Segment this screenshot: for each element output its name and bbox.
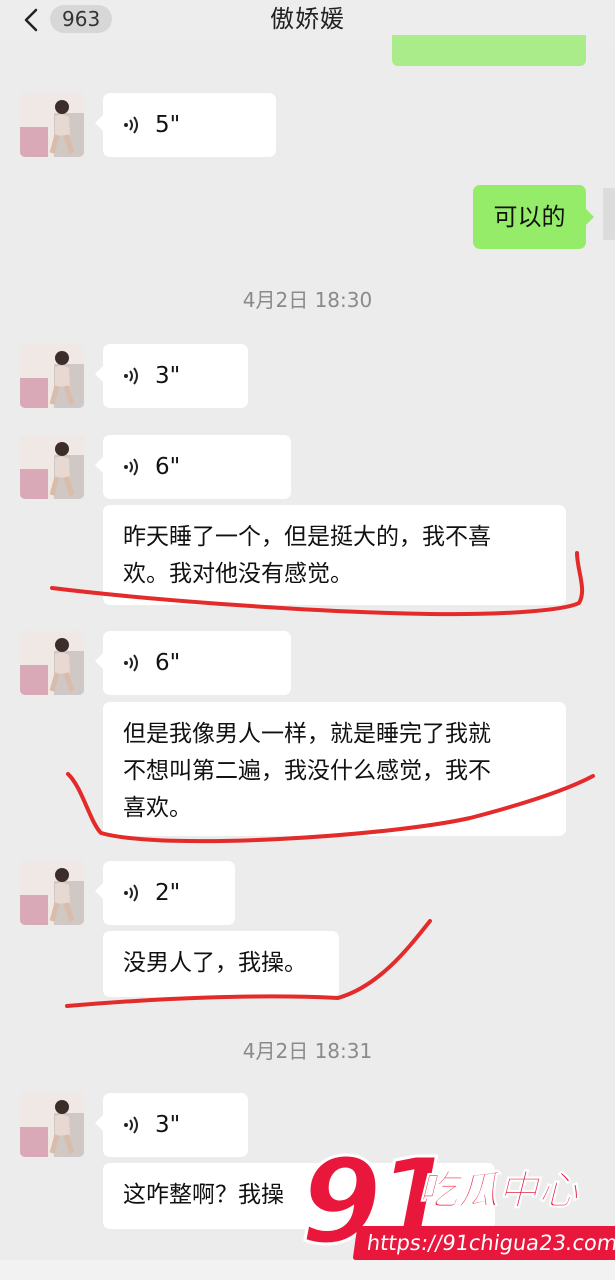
transcribed-text-bubble[interactable]: 但是我像男人一样，就是睡完了我就 不想叫第二遍，我没什么感觉，我不 喜欢。 — [103, 702, 566, 836]
voice-message[interactable]: 2" — [95, 861, 235, 925]
voice-message[interactable]: 6" — [95, 435, 291, 499]
my-message-bubble-partial — [392, 35, 586, 66]
voice-message[interactable]: 5" — [95, 93, 276, 157]
transcript-line: 但是我像男人一样，就是睡完了我就 — [123, 721, 491, 747]
chat-title: 傲娇媛 — [270, 5, 345, 33]
scroll-handle[interactable] — [603, 188, 615, 240]
contact-avatar[interactable] — [20, 861, 84, 925]
transcript-line: 昨天睡了一个，但是挺大的，我不喜 — [123, 524, 491, 550]
transcript-line: 不想叫第二遍，我没什么感觉，我不 — [123, 758, 491, 784]
transcript-line: 欢。我对他没有感觉。 — [123, 561, 353, 587]
voice-wave-icon — [124, 116, 138, 134]
transcribed-text-bubble[interactable]: 没男人了，我操。 — [103, 931, 339, 997]
contact-avatar[interactable] — [20, 344, 84, 408]
message-timestamp: 4月2日 18:30 — [242, 288, 373, 312]
avatar-image — [20, 344, 84, 408]
voice-wave-icon — [124, 1116, 138, 1134]
contact-avatar[interactable] — [20, 93, 84, 157]
watermark-brand: 吃瓜中心 — [418, 1168, 579, 1215]
contact-avatar[interactable] — [20, 631, 84, 695]
contact-avatar[interactable] — [20, 435, 84, 499]
avatar-image — [20, 631, 84, 695]
voice-duration: 3" — [155, 1111, 181, 1138]
voice-wave-icon — [124, 367, 138, 385]
voice-wave-icon — [124, 654, 138, 672]
voice-message[interactable]: 3" — [95, 344, 248, 408]
avatar-image — [20, 861, 84, 925]
voice-message[interactable]: 6" — [95, 631, 291, 695]
transcribed-text-bubble[interactable]: 昨天睡了一个，但是挺大的，我不喜 欢。我对他没有感觉。 — [103, 505, 566, 605]
my-text-message[interactable]: 可以的 — [473, 185, 594, 249]
contact-avatar[interactable] — [20, 1093, 84, 1157]
voice-duration: 5" — [155, 111, 181, 138]
voice-duration: 2" — [155, 879, 181, 906]
avatar-image — [20, 1093, 84, 1157]
voice-duration: 6" — [155, 649, 181, 676]
input-bar-partial — [0, 1260, 615, 1280]
avatar-image — [20, 93, 84, 157]
voice-wave-icon — [124, 884, 138, 902]
watermark-url: https://91chigua23.com — [352, 1226, 615, 1260]
transcript-line: 喜欢。 — [123, 795, 192, 821]
voice-message[interactable]: 3" — [95, 1093, 248, 1157]
voice-wave-icon — [124, 458, 138, 476]
avatar-image — [20, 435, 84, 499]
transcript-line: 没男人了，我操。 — [123, 950, 307, 976]
message-timestamp: 4月2日 18:31 — [242, 1039, 373, 1063]
voice-duration: 3" — [155, 362, 181, 389]
voice-duration: 6" — [155, 453, 181, 480]
